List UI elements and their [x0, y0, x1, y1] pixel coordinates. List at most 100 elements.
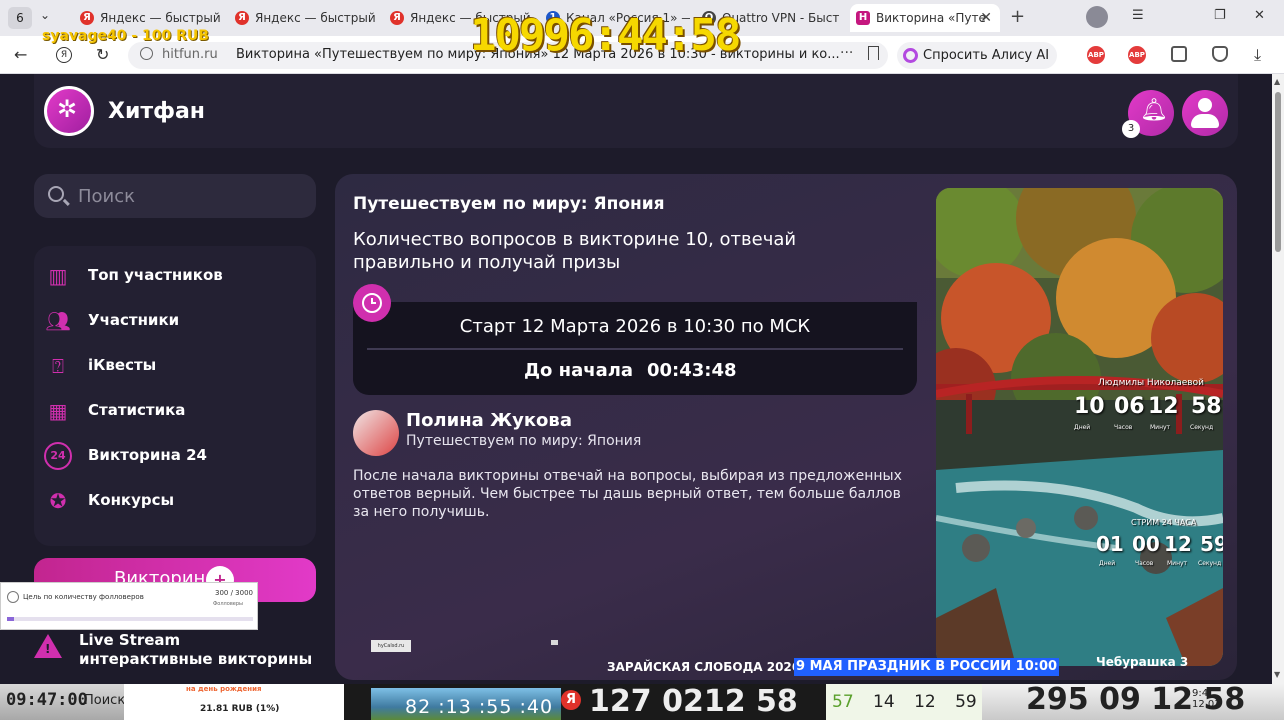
restore-icon[interactable]: ❐: [1214, 8, 1226, 23]
browser-tab[interactable]: Я Яндекс — быстрый: [229, 4, 379, 32]
download-icon[interactable]: ⤓: [1254, 45, 1261, 65]
yandex-icon: Я: [235, 11, 249, 25]
logo-icon: ✲: [57, 95, 78, 123]
sidebar-item-top[interactable]: ▥ Топ участников: [34, 256, 316, 296]
ask-alice-button[interactable]: Спросить Алису AI: [897, 42, 1057, 69]
quiz-card: Путешествуем по миру: Япония Количество …: [335, 174, 1237, 680]
ticker-middle: 9 МАЯ ПРАЗДНИК В РОССИИ 10:00: [794, 658, 1060, 676]
taskbar-search-label[interactable]: Поиск: [84, 693, 125, 708]
goal-value: 300 / 3000: [215, 589, 253, 597]
screenshot-icon[interactable]: [1171, 46, 1187, 62]
user-icon: [1198, 98, 1212, 112]
sidebar-item-label: Статистика: [88, 401, 186, 419]
landscape-timer: 82 :13 :55 :40: [405, 696, 554, 718]
chevron-down-icon[interactable]: ⌄: [40, 8, 50, 22]
landscape-timer-panel: 82 :13 :55 :40: [371, 688, 561, 720]
birthday-goal-amount: 21.81 RUB (1%): [200, 704, 280, 714]
search-input[interactable]: [78, 185, 298, 207]
browser-profile-avatar[interactable]: [1086, 6, 1108, 28]
overlay-timer-seconds: 59: [1200, 532, 1223, 556]
follower-goal-widget: Цель по количеству фолловеров 300 / 3000…: [0, 582, 258, 630]
overlay-timer-minutes: 12: [1164, 532, 1192, 556]
overlay-unit: Секунд: [1190, 424, 1214, 431]
sidebar-item-quiz24[interactable]: 24 Викторина 24: [34, 436, 316, 476]
quiz-description: Количество вопросов в викторине 10, отве…: [353, 229, 797, 273]
browser-tab-active[interactable]: H Викторина «Путе ✕: [850, 4, 1000, 32]
overlay-unit: Секунд: [1198, 560, 1222, 567]
page-scrollbar[interactable]: ▲ ▼: [1272, 74, 1284, 684]
yandex-icon: Я: [390, 11, 404, 25]
goal-icon: [7, 591, 19, 603]
japan-bridge-image: Людмилы Николаевой 10 06 12 58 Дней Часо…: [936, 188, 1223, 666]
green-timer-days: 57: [832, 692, 854, 712]
sidebar-item-label: Конкурсы: [88, 491, 175, 509]
tab-count-button[interactable]: 6: [8, 7, 32, 29]
live-stream-subtitle[interactable]: интерактивные викторины: [79, 650, 312, 668]
quiz-rules: После начала викторины отвечай на вопрос…: [353, 468, 902, 520]
page-content: ✲ Хитфан 🔔︎ 3 ▥ Топ участников 👥︎ Участн…: [0, 74, 1272, 684]
stream-timer-overlay: 10996:44:58: [470, 10, 741, 61]
overlay-timer-hours: 06: [1114, 394, 1145, 419]
overlay-mini-widget: hyCalsd.ru: [371, 640, 411, 652]
notifications-button[interactable]: 🔔︎ 3: [1122, 90, 1174, 138]
scroll-down-icon[interactable]: ▼: [1274, 670, 1280, 679]
overlay-unit: Минут: [1150, 424, 1171, 431]
alice-label: Спросить Алису AI: [923, 48, 1050, 63]
profile-button[interactable]: [1182, 90, 1228, 136]
adblock-icon[interactable]: ABP: [1128, 46, 1146, 64]
site-logo[interactable]: ✲: [44, 86, 94, 136]
more-dots-icon[interactable]: ···: [840, 45, 853, 61]
author-name[interactable]: Полина Жукова: [406, 410, 572, 431]
goal-subtitle: Фолловеры: [213, 601, 243, 607]
sidebar-nav: ▥ Топ участников 👥︎ Участники ⍰ iКвесты …: [34, 246, 316, 546]
quest-icon: ⍰: [52, 354, 64, 378]
yandex-icon: Я: [80, 11, 94, 25]
start-info-box: Старт 12 Марта 2026 в 10:30 по МСК До на…: [353, 302, 917, 395]
sidebar-item-contests[interactable]: ✪ Конкурсы: [34, 481, 316, 521]
birthday-goal-title: на день рождения: [186, 685, 262, 693]
bookmark-icon[interactable]: [868, 46, 879, 60]
green-timer-panel: 57 14 12 59: [826, 684, 982, 720]
countdown-label: До начала: [524, 360, 634, 381]
tab-title: Яндекс — быстрый: [100, 11, 221, 25]
site-info-icon[interactable]: [140, 47, 153, 60]
ticker-right: Чебурашка 3: [1096, 655, 1189, 669]
birthday-goal-panel: на день рождения 21.81 RUB (1%): [124, 684, 344, 720]
overlay-timer-days: 01: [1096, 532, 1124, 556]
right-timer-panel: 295 09 12 58: [982, 682, 1284, 720]
overlay-unit: Часов: [1135, 560, 1154, 567]
bell-icon: 🔔︎: [1140, 98, 1168, 123]
close-window-icon[interactable]: ✕: [1254, 8, 1265, 23]
medal-icon: ✪: [49, 489, 67, 513]
search-icon[interactable]: [48, 186, 64, 202]
overlay-clock: 09:47:00: [6, 690, 88, 710]
author-subtitle: Путешествуем по миру: Япония: [406, 433, 642, 449]
stats-icon: ▦: [48, 399, 68, 423]
24-icon: 24: [44, 442, 72, 470]
back-arrow-icon[interactable]: ←: [14, 45, 27, 64]
overlay-timer-minutes: 12: [1148, 394, 1179, 419]
overlay-unit: Часов: [1114, 424, 1133, 431]
start-datetime: Старт 12 Марта 2026 в 10:30 по МСК: [459, 316, 811, 337]
system-clock: 9:4 12.03: [1192, 688, 1221, 710]
scrollbar-thumb[interactable]: [1275, 92, 1281, 252]
new-tab-plus-icon[interactable]: +: [1010, 6, 1025, 27]
close-icon[interactable]: ✕: [980, 4, 992, 32]
overlay-timer-days: 10: [1074, 394, 1105, 419]
yandex-home-icon[interactable]: Я: [56, 47, 72, 63]
reload-icon[interactable]: ↻: [96, 45, 109, 64]
adblock-icon[interactable]: ABP: [1087, 46, 1105, 64]
collections-icon[interactable]: [1212, 46, 1228, 62]
sidebar-item-stats[interactable]: ▦ Статистика: [34, 391, 316, 431]
clock-icon: [353, 284, 391, 322]
brand-name[interactable]: Хитфан: [108, 99, 205, 124]
chart-icon: ▥: [48, 264, 68, 288]
sidebar-item-label: Участники: [88, 311, 180, 329]
sidebar-item-quests[interactable]: ⍰ iКвесты: [34, 346, 316, 386]
scroll-up-icon[interactable]: ▲: [1274, 77, 1280, 86]
live-stream-title[interactable]: Live Stream: [79, 631, 180, 649]
site-header: ✲ Хитфан 🔔︎ 3: [34, 74, 1238, 148]
author-avatar[interactable]: [353, 410, 399, 456]
menu-icon[interactable]: ☰: [1132, 8, 1144, 23]
sidebar-item-users[interactable]: 👥︎ Участники: [34, 301, 316, 341]
